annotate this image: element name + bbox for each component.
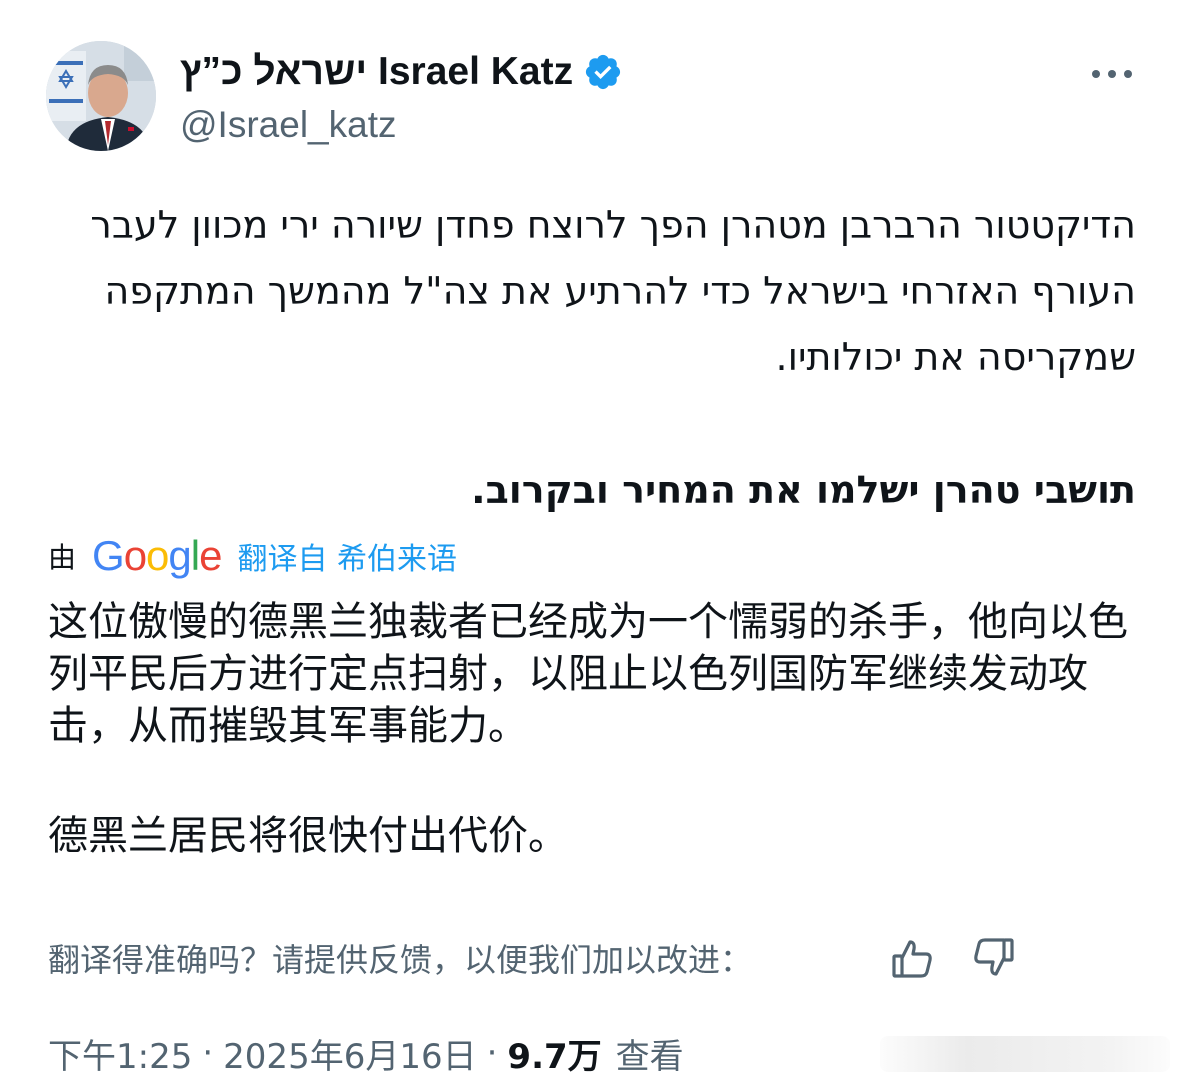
translation-by-label: 由: [48, 541, 77, 574]
tweet-text-original-paragraph-1: הדיקטטור הרברבן מטהרן הפך לרוצח פחדן שיו…: [90, 203, 1136, 379]
tweet-date[interactable]: 2025年6月16日: [223, 1029, 476, 1078]
tweet-meta-row: 下午1:25 · 2025年6月16日 · 9.7万 查看: [48, 1028, 684, 1078]
author-name-row: ישראל כ”ץ Israel Katz: [180, 44, 623, 100]
more-options-icon[interactable]: [1088, 62, 1136, 86]
user-avatar-image: [46, 41, 156, 151]
author-display-name[interactable]: ישראל כ”ץ Israel Katz: [180, 50, 573, 94]
verified-badge-icon[interactable]: [583, 52, 623, 92]
meta-separator: ·: [202, 1033, 214, 1073]
author-handle[interactable]: @Israel_katz: [180, 104, 396, 146]
google-logo-letter: l: [190, 532, 200, 579]
translated-from-link[interactable]: 翻译自 希伯来语: [237, 534, 457, 578]
thumbs-up-icon[interactable]: [888, 934, 936, 982]
translation-attribution: 由 Google 翻译自 希伯来语: [48, 528, 457, 584]
google-logo-letter: o: [146, 532, 169, 579]
translated-text-paragraph-2: 德黑兰居民将很快付出代价。: [48, 813, 568, 859]
google-logo-letter: o: [123, 532, 147, 579]
thumbs-down-icon[interactable]: [970, 934, 1018, 982]
translation-feedback-prompt: 翻译得准确吗？请提供反馈，以便我们加以改进：: [48, 941, 753, 979]
google-logo: Google: [92, 532, 222, 580]
views-label: 查看: [615, 1036, 684, 1077]
watermark: [880, 1036, 1170, 1072]
google-logo-letter: G: [92, 532, 125, 579]
tweet-time[interactable]: 下午1:25: [48, 1029, 192, 1078]
tweet-text-original-paragraph-2: תושבי טהרן ישלמו את המחיר ובקרוב.: [471, 468, 1136, 512]
google-logo-letter: e: [199, 532, 222, 579]
views-count[interactable]: 9.7万: [507, 1029, 601, 1078]
avatar[interactable]: [46, 41, 156, 151]
translation-feedback-row: 翻译得准确吗？请提供反馈，以便我们加以改进：: [48, 932, 1014, 984]
translated-text-paragraph-1: 这位傲慢的德黑兰独裁者已经成为一个懦弱的杀手，他向以色列平民后方进行定点扫射，以…: [48, 599, 1128, 749]
google-logo-letter: g: [168, 532, 191, 579]
meta-separator: ·: [486, 1033, 498, 1073]
tweet-card: ישראל כ”ץ Israel Katz @Israel_katz הדיקט…: [0, 0, 1182, 1080]
